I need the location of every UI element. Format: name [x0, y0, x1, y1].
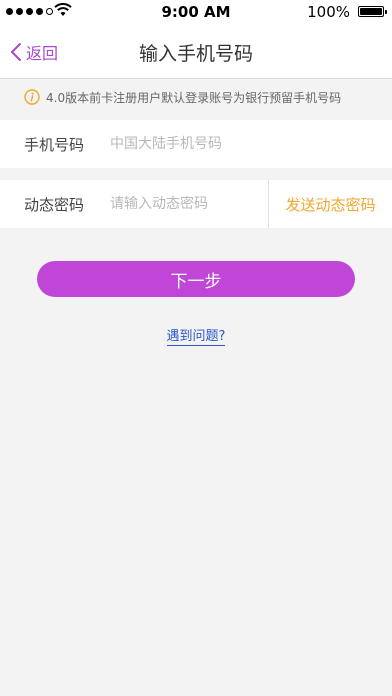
login-notice: 4.0版本前卡注册用户默认登录账号为银行预留手机号码: [0, 80, 392, 114]
battery-percentage: 100%: [307, 3, 350, 21]
phone-row: 手机号码: [0, 120, 392, 168]
send-code-button[interactable]: 发送动态密码: [268, 180, 392, 228]
help-link[interactable]: 遇到问题?: [166, 329, 226, 346]
battery-cap: [385, 10, 387, 14]
code-input[interactable]: [108, 195, 262, 213]
status-bar: 9:00 AM 100%: [0, 0, 392, 24]
phone-label: 手机号码: [24, 135, 85, 154]
battery-icon: [358, 6, 387, 17]
next-button[interactable]: 下一步: [37, 261, 355, 297]
phone-input[interactable]: [108, 135, 312, 153]
code-row: 动态密码 发送动态密码: [0, 180, 392, 228]
navigation-bar: 返回 输入手机号码: [0, 24, 392, 79]
code-label: 动态密码: [24, 195, 85, 214]
info-icon: [24, 89, 40, 105]
page-title: 输入手机号码: [138, 43, 253, 65]
battery-fill: [360, 8, 382, 15]
help-link-row: 遇到问题?: [0, 325, 392, 346]
notice-text: 4.0版本前卡注册用户默认登录账号为银行预留手机号码: [46, 90, 342, 105]
